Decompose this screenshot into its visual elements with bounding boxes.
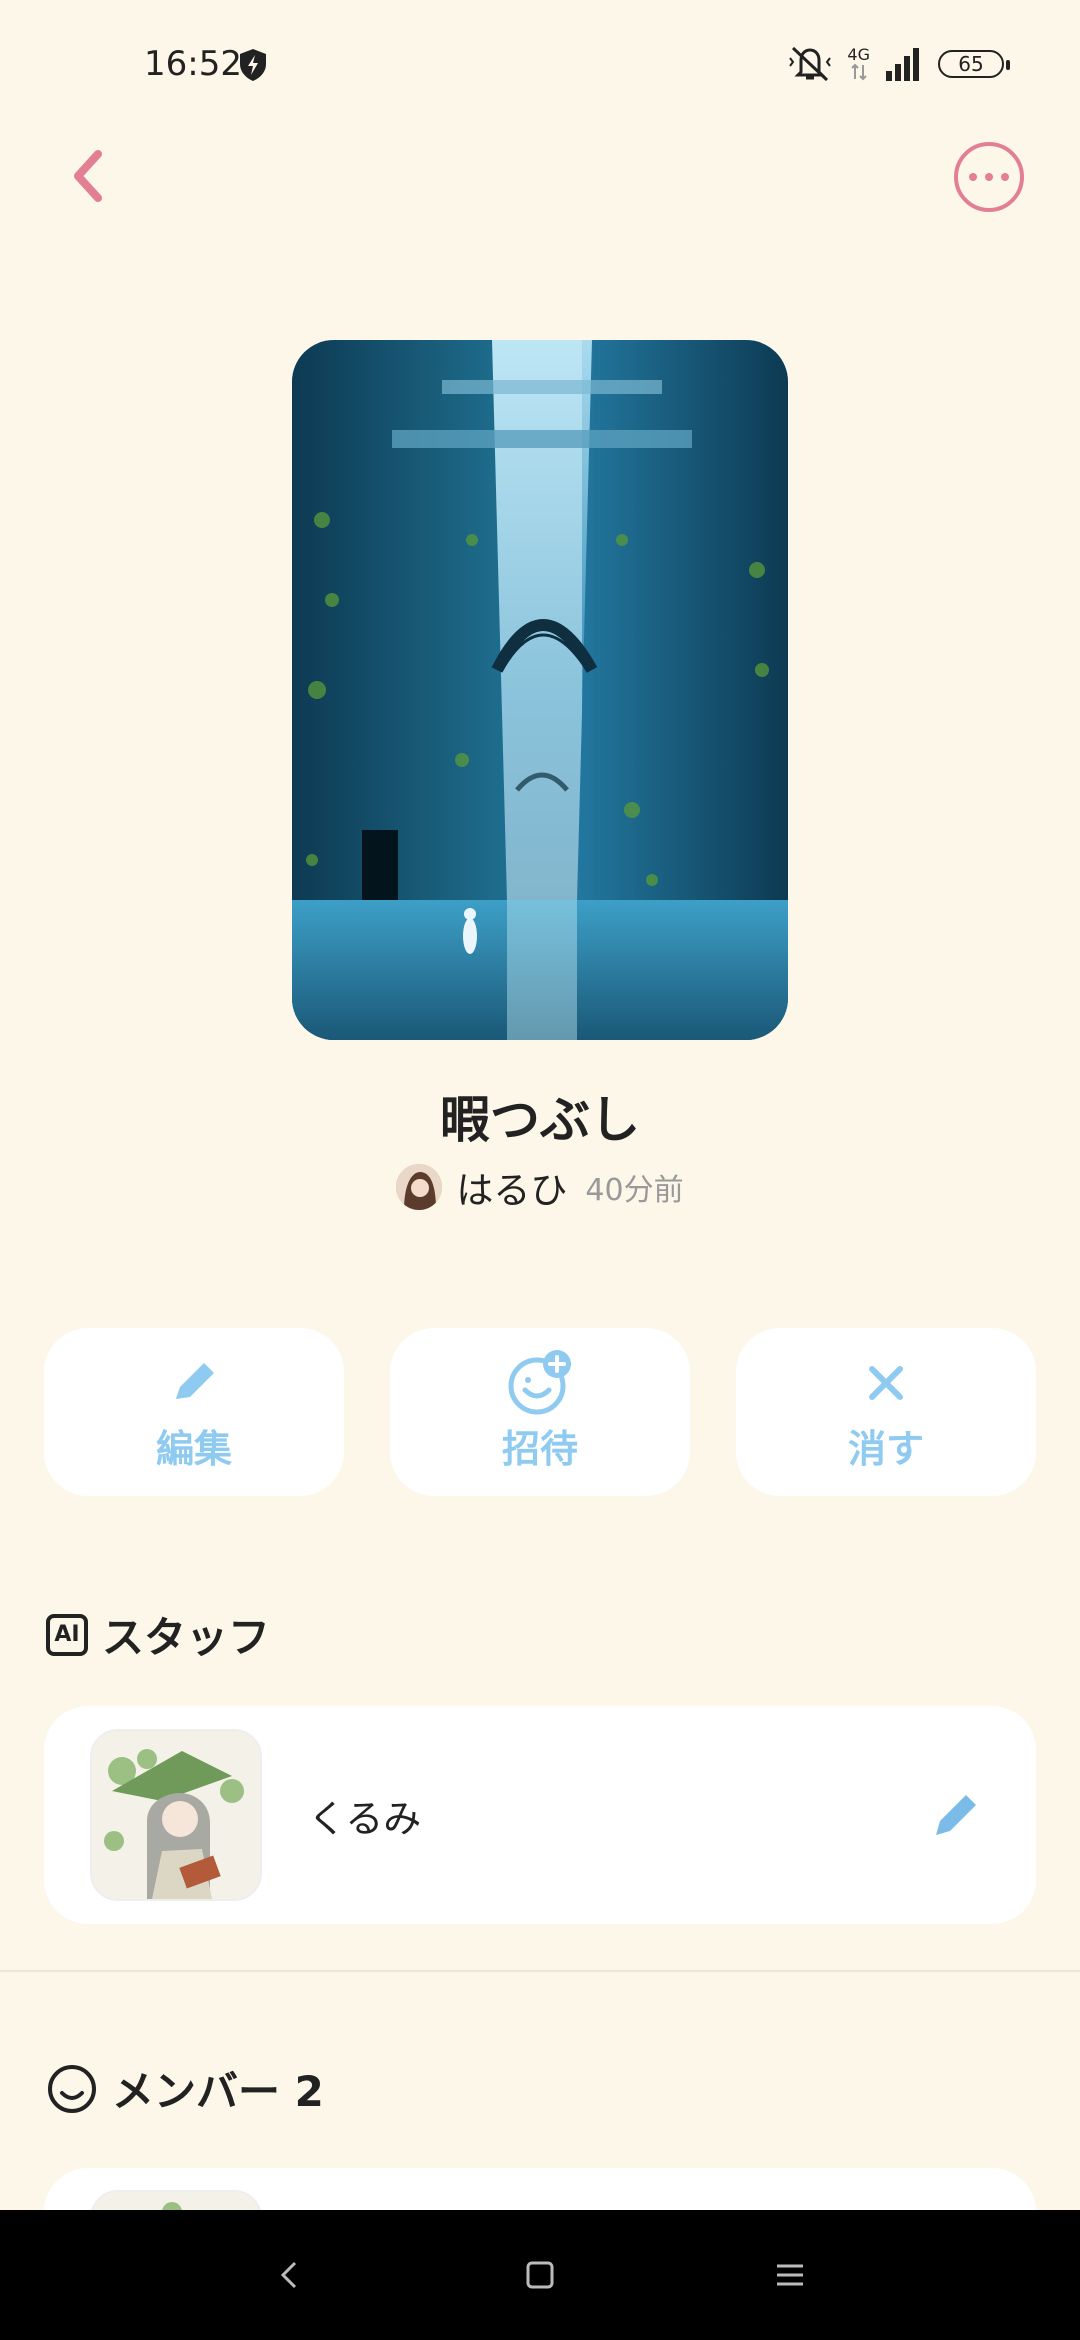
screen: 16:52 4G 65 暇つぶし はるひ 40分前 編集 招待 消す AI スタ… xyxy=(0,0,1080,2340)
delete-label: 消す xyxy=(847,1426,924,1471)
room-cover-image[interactable] xyxy=(292,340,788,1040)
owner-info[interactable]: はるひ 40分前 xyxy=(0,1160,1080,1214)
owner-name: はるひ xyxy=(456,1169,568,1212)
cover-illustration xyxy=(292,340,788,1040)
staff-name: くるみ xyxy=(308,1796,422,1841)
battery-level: 65 xyxy=(958,52,984,76)
pencil-icon xyxy=(166,1352,222,1414)
edit-button[interactable]: 編集 xyxy=(44,1328,344,1496)
staff-avatar[interactable] xyxy=(90,1729,262,1901)
nav-recents-button[interactable] xyxy=(760,2245,820,2305)
avatar-illustration xyxy=(396,1164,443,1210)
invite-label: 招待 xyxy=(501,1426,578,1471)
staff-section-title: スタッフ xyxy=(102,1613,271,1662)
battery-indicator: 65 xyxy=(938,50,1010,78)
invite-smile-icon xyxy=(505,1349,575,1414)
data-arrows-icon xyxy=(850,63,867,81)
more-options-button[interactable] xyxy=(954,142,1024,212)
action-buttons: 編集 招待 消す xyxy=(44,1328,1036,1496)
section-divider xyxy=(0,1970,1080,1972)
status-icons: 4G 65 xyxy=(787,42,1010,86)
dot xyxy=(985,173,993,181)
menu-icon xyxy=(777,2264,803,2286)
back-button[interactable] xyxy=(56,140,120,212)
network-type: 4G xyxy=(847,45,870,64)
signal-icon xyxy=(886,48,919,81)
mute-vibrate-icon xyxy=(789,46,832,82)
status-bar: 16:52 4G 65 xyxy=(0,0,1080,120)
edit-label: 編集 xyxy=(155,1426,232,1471)
system-navigation-bar xyxy=(0,2210,1080,2340)
nav-back-icon xyxy=(280,2261,297,2289)
nav-back-button[interactable] xyxy=(260,2245,320,2305)
status-time: 16:52 xyxy=(144,44,242,84)
close-icon xyxy=(862,1352,910,1414)
edit-staff-button[interactable] xyxy=(916,1775,996,1855)
shield-icon xyxy=(240,49,266,81)
member-section-title: メンバー 2 xyxy=(112,2067,324,2116)
nav-home-button[interactable] xyxy=(510,2245,570,2305)
network-indicator: 4G xyxy=(847,47,870,81)
smile-icon xyxy=(48,2064,96,2113)
ai-icon: AI xyxy=(46,1613,88,1656)
updated-time: 40分前 xyxy=(585,1173,684,1208)
dot xyxy=(1001,173,1009,181)
member-section-header: メンバー 2 xyxy=(46,2058,324,2119)
dot xyxy=(969,173,977,181)
pencil-icon xyxy=(936,1795,976,1835)
ai-badge-text: AI xyxy=(54,1622,80,1647)
owner-avatar[interactable] xyxy=(396,1164,443,1210)
staff-illustration xyxy=(92,1731,260,1899)
staff-card[interactable]: くるみ xyxy=(44,1706,1036,1924)
staff-section-header: AI スタッフ xyxy=(46,1604,270,1665)
invite-button[interactable]: 招待 xyxy=(390,1328,690,1496)
nav-home-icon xyxy=(526,2261,554,2289)
delete-button[interactable]: 消す xyxy=(736,1328,1036,1496)
chevron-left-icon xyxy=(74,150,102,202)
room-title: 暇つぶし xyxy=(440,1091,640,1149)
